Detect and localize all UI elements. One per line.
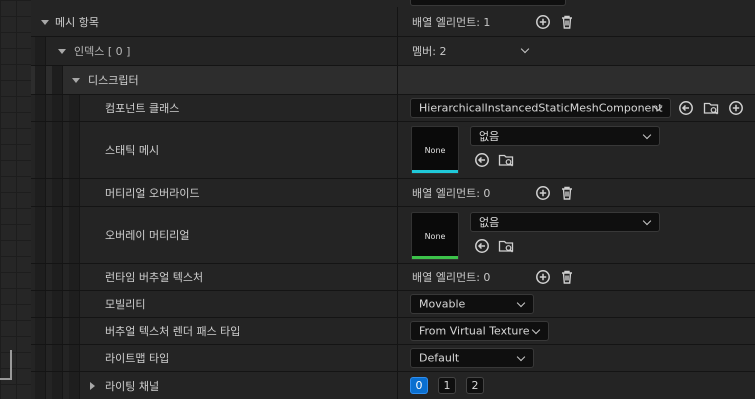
lighting-channels-label: 라이팅 채널	[105, 379, 160, 393]
expand-arrow-icon[interactable]	[90, 381, 95, 390]
collapse-arrow-icon[interactable]	[72, 78, 80, 83]
static-mesh-dropdown[interactable]: 없음	[470, 126, 660, 146]
overlay-material-thumbnail[interactable]: None	[411, 212, 459, 260]
row-overlay-material: 오버레이 머티리얼 None 없음	[31, 207, 755, 264]
browse-folder-icon[interactable]	[498, 152, 514, 168]
overlay-material-label: 오버레이 머티리얼	[105, 229, 190, 242]
asset-type-color-bar	[412, 256, 458, 259]
add-element-icon[interactable]	[535, 269, 551, 285]
index-0-members: 멤버: 2	[412, 45, 447, 58]
chevron-down-icon	[516, 352, 526, 362]
chevron-down-icon	[531, 325, 541, 335]
descriptor-label: 디스크립터	[88, 74, 139, 87]
lighting-channel-0-button[interactable]: 0	[410, 377, 428, 394]
row-lighting-channels: 라이팅 채널 0 1 2	[31, 372, 755, 399]
mobility-label: 모빌리티	[105, 298, 146, 311]
row-descriptor: 디스크립터	[31, 66, 755, 95]
collapse-arrow-icon[interactable]	[58, 49, 66, 54]
chevron-down-icon	[516, 298, 526, 308]
chevron-down-icon	[642, 130, 652, 140]
component-class-label: 컴포넌트 클래스	[105, 102, 180, 115]
index-0-label: 인덱스 [ 0 ]	[74, 45, 131, 58]
row-material-overrides: 머티리얼 오버라이드 배열 엘리먼트: 0	[31, 179, 755, 207]
browse-folder-icon[interactable]	[703, 100, 719, 116]
static-mesh-label: 스태틱 메시	[105, 144, 160, 157]
vt-render-pass-dropdown[interactable]: From Virtual Texture	[410, 321, 549, 341]
trash-icon[interactable]	[559, 269, 575, 285]
row-runtime-vt: 런타임 버추얼 텍스처 배열 엘리먼트: 0	[31, 264, 755, 291]
trash-icon[interactable]	[559, 185, 575, 201]
lighting-channel-1-button[interactable]: 1	[438, 377, 456, 394]
component-class-dropdown[interactable]: HierarchicalInstancedStaticMeshComponent	[410, 98, 671, 118]
details-panel: 메시 항목 배열 엘리먼트: 1 인덱스 [ 0 ] 멤버: 2 디스크립터 컴…	[31, 0, 755, 399]
asset-type-color-bar	[412, 170, 458, 173]
mesh-items-label: 메시 항목	[55, 15, 99, 29]
lighting-channel-2-button[interactable]: 2	[466, 377, 484, 394]
use-selected-icon[interactable]	[474, 152, 490, 168]
collapse-arrow-icon[interactable]	[41, 19, 49, 25]
use-selected-icon[interactable]	[678, 100, 694, 116]
mobility-dropdown[interactable]: Movable	[410, 294, 534, 314]
row-component-class: 컴포넌트 클래스 HierarchicalInstancedStaticMesh…	[31, 95, 755, 122]
previous-value-field[interactable]	[410, 0, 566, 6]
mesh-items-count: 배열 엘리먼트: 1	[412, 15, 491, 29]
material-overrides-count: 배열 엘리먼트: 0	[412, 186, 491, 200]
static-mesh-thumbnail[interactable]: None	[411, 126, 459, 174]
browse-folder-icon[interactable]	[498, 238, 514, 254]
add-element-icon[interactable]	[535, 14, 551, 30]
material-overrides-label: 머티리얼 오버라이드	[105, 186, 200, 200]
row-static-mesh: 스태틱 메시 None 없음	[31, 122, 755, 179]
row-mesh-items: 메시 항목 배열 엘리먼트: 1	[31, 7, 755, 37]
runtime-vt-label: 런타임 버추얼 텍스처	[105, 271, 204, 284]
viewport-edge	[0, 0, 31, 399]
trash-icon[interactable]	[559, 14, 575, 30]
chevron-down-icon	[642, 216, 652, 226]
row-mobility: 모빌리티 Movable	[31, 291, 755, 318]
overlay-material-dropdown[interactable]: 없음	[470, 212, 660, 232]
lightmap-type-label: 라이트맵 타입	[105, 352, 170, 365]
viewport-bracket-glyph	[0, 350, 12, 380]
add-icon[interactable]	[728, 100, 744, 116]
row-lightmap-type: 라이트맵 타입 Default	[31, 345, 755, 372]
lightmap-type-dropdown[interactable]: Default	[410, 348, 534, 368]
use-selected-icon[interactable]	[474, 238, 490, 254]
vt-render-pass-label: 버추얼 텍스처 렌더 패스 타입	[105, 325, 241, 338]
chevron-down-icon[interactable]	[520, 44, 530, 54]
row-vt-render-pass: 버추얼 텍스처 렌더 패스 타입 From Virtual Texture	[31, 318, 755, 345]
row-index-0: 인덱스 [ 0 ] 멤버: 2	[31, 37, 755, 66]
add-element-icon[interactable]	[535, 185, 551, 201]
runtime-vt-count: 배열 엘리먼트: 0	[412, 271, 491, 284]
